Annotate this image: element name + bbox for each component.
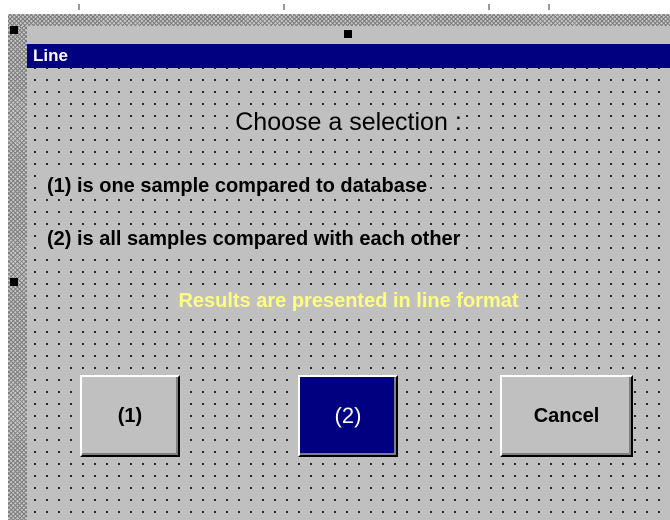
option-2-button[interactable]: (2) [298, 375, 398, 457]
cancel-button-label: Cancel [533, 404, 600, 427]
ruler-tick [488, 4, 490, 10]
resize-handle-left-middle[interactable] [10, 278, 18, 286]
option-1-button[interactable]: (1) [80, 375, 180, 457]
option-2-description: (2) is all samples compared with each ot… [44, 228, 464, 251]
designer-top-ruler [0, 0, 670, 14]
option-2-button-label: (2) [334, 403, 362, 428]
resize-handle-top-middle[interactable] [344, 30, 352, 38]
resize-handle-top-left[interactable] [10, 26, 18, 34]
ruler-tick [283, 4, 285, 10]
window-title: Line [33, 46, 68, 65]
option-2-description-text: (2) is all samples compared with each ot… [44, 228, 464, 250]
selection-border-left[interactable] [8, 26, 27, 520]
window-title-bar[interactable]: Line [27, 44, 670, 68]
ruler-tick [548, 4, 550, 10]
dialog-heading: Choose a selection : [27, 108, 670, 137]
option-1-button-label: (1) [117, 404, 143, 427]
ruler-tick [78, 4, 80, 10]
dialog-heading-text: Choose a selection : [231, 108, 466, 136]
cancel-button[interactable]: Cancel [500, 375, 633, 457]
option-1-description-text: (1) is one sample compared to database [44, 175, 431, 197]
selection-border-top[interactable] [8, 14, 670, 26]
option-1-description: (1) is one sample compared to database [44, 175, 431, 198]
format-info-label: Results are presented in line format [27, 290, 670, 313]
format-info-text: Results are presented in line format [175, 290, 522, 312]
designer-left-edge [0, 14, 8, 520]
form-designer-canvas: Line Choose a selection : (1) is one sam… [0, 0, 670, 520]
